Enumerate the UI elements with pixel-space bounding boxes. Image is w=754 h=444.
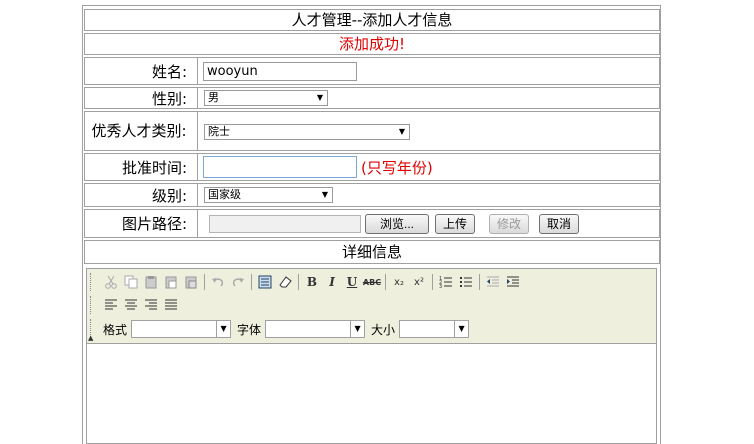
editor-toolbar: ▲ B I U ABC x₂ x² 1 2 3 格式 ▼ 字体 ▼ 大小 ▼ — [87, 269, 656, 344]
category-label: 优秀人才类别: — [85, 112, 198, 150]
form-row-approve: 批准时间: (只写年份) — [84, 153, 660, 181]
ordered-list-icon[interactable]: 123 — [436, 272, 456, 292]
approve-hint: (只写年份) — [361, 158, 433, 177]
form-row-image: 图片路径: 浏览... 上传 修改 取消 — [84, 209, 660, 238]
redo-icon[interactable] — [228, 272, 248, 292]
toolbar-row-2 — [101, 294, 181, 316]
toolbar-separator — [432, 274, 433, 290]
collapse-toolbar-icon[interactable]: ▲ — [88, 334, 93, 342]
approve-label: 批准时间: — [85, 154, 198, 180]
unordered-list-icon[interactable] — [456, 272, 476, 292]
toolbar-row-3: 格式 ▼ 字体 ▼ 大小 ▼ — [97, 318, 470, 340]
svg-text:3: 3 — [439, 284, 442, 289]
chevron-down-icon: ▼ — [350, 321, 364, 337]
form-row-category: 优秀人才类别: 院士 ▼ — [84, 111, 660, 151]
name-input[interactable] — [203, 61, 357, 81]
editor-content-area[interactable] — [87, 344, 656, 443]
chevron-down-icon: ▼ — [398, 127, 406, 136]
form-row-gender: 性别: 男 ▼ — [84, 87, 660, 109]
indent-icon[interactable] — [503, 272, 523, 292]
cancel-button[interactable]: 取消 — [539, 213, 580, 234]
image-path-label: 图片路径: — [85, 210, 198, 237]
chevron-down-icon: ▼ — [316, 93, 324, 102]
page-title: 人才管理--添加人才信息 — [291, 11, 453, 29]
chevron-down-icon: ▼ — [321, 190, 329, 199]
font-combo[interactable]: ▼ — [265, 320, 366, 338]
toolbar-separator — [479, 274, 480, 290]
undo-icon[interactable] — [208, 272, 228, 292]
chevron-down-icon: ▼ — [454, 321, 468, 337]
format-combo[interactable]: ▼ — [131, 320, 232, 338]
format-label: 格式 — [103, 322, 128, 337]
toolbar-separator — [251, 274, 252, 290]
message-row: 添加成功! — [84, 33, 660, 55]
toolbar-separator — [204, 274, 205, 290]
gender-select[interactable]: 男 ▼ — [204, 90, 328, 106]
paste-text-icon[interactable] — [161, 272, 181, 292]
paste-word-icon[interactable] — [181, 272, 201, 292]
page-title-row: 人才管理--添加人才信息 — [84, 9, 660, 31]
upload-button[interactable]: 上传 — [435, 213, 476, 234]
modify-button[interactable]: 修改 — [489, 213, 530, 234]
toolbar-row-1: B I U ABC x₂ x² 123 — [101, 271, 523, 293]
toolbar-separator — [385, 274, 386, 290]
form-row-name: 姓名: — [84, 57, 660, 85]
paste-icon[interactable] — [141, 272, 161, 292]
strike-icon[interactable]: ABC — [362, 272, 382, 292]
level-label: 级别: — [85, 184, 198, 206]
align-center-icon[interactable] — [121, 295, 141, 315]
justify-icon[interactable] — [161, 295, 181, 315]
copy-icon[interactable] — [121, 272, 141, 292]
align-right-icon[interactable] — [141, 295, 161, 315]
remove-format-icon[interactable] — [275, 272, 295, 292]
subscript-icon[interactable]: x₂ — [389, 272, 409, 292]
browse-button[interactable]: 浏览... — [365, 213, 429, 234]
category-select[interactable]: 院士 ▼ — [204, 124, 410, 140]
chevron-down-icon: ▼ — [216, 321, 230, 337]
outdent-icon[interactable] — [483, 272, 503, 292]
gender-label: 性别: — [85, 88, 198, 108]
rich-text-editor: ▲ B I U ABC x₂ x² 1 2 3 格式 ▼ 字体 ▼ 大小 ▼ — [86, 268, 657, 444]
level-select[interactable]: 国家级 ▼ — [204, 187, 333, 203]
font-label: 字体 — [237, 322, 262, 337]
cut-icon[interactable] — [101, 272, 121, 292]
size-label: 大小 — [371, 322, 396, 337]
approve-year-input[interactable] — [203, 156, 357, 178]
details-row: 详细信息 — [84, 240, 660, 264]
select-all-icon[interactable] — [255, 272, 275, 292]
form-row-level: 级别: 国家级 ▼ — [84, 183, 660, 207]
align-left-icon[interactable] — [101, 295, 121, 315]
toolbar-grip — [90, 273, 93, 291]
toolbar-grip — [90, 296, 93, 314]
toolbar-separator — [298, 274, 299, 290]
superscript-icon[interactable]: x² — [409, 272, 429, 292]
name-label: 姓名: — [85, 58, 198, 84]
success-message: 添加成功! — [338, 35, 405, 53]
size-combo[interactable]: ▼ — [399, 320, 470, 338]
details-title: 详细信息 — [341, 243, 402, 261]
image-path-field[interactable] — [209, 214, 361, 233]
italic-icon[interactable]: I — [322, 272, 342, 292]
bold-icon[interactable]: B — [302, 272, 322, 292]
underline-icon[interactable]: U — [342, 272, 362, 292]
